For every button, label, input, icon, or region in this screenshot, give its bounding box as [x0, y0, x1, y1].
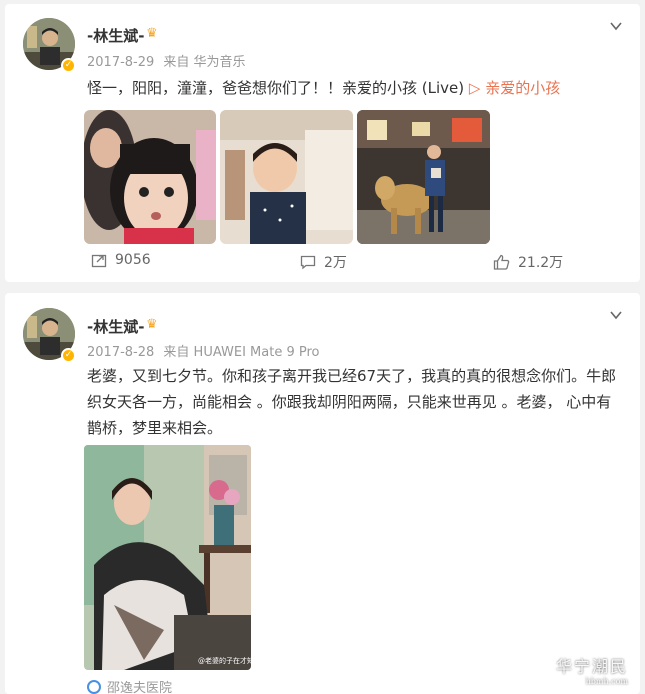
post-meta: 2017-8-28 来自 HUAWEI Mate 9 Pro: [87, 341, 325, 360]
location-chip[interactable]: 邵逸夫医院: [87, 677, 172, 694]
post-card: ✓ -林生斌- ♛ 2017-8-28 来自 HUAWEI Mate 9 Pro…: [5, 293, 640, 694]
verified-badge-icon: ✓: [61, 58, 76, 73]
comment-icon: [300, 255, 316, 270]
chevron-down-icon[interactable]: [610, 20, 622, 32]
author-name[interactable]: -林生斌-: [87, 316, 144, 337]
location-label: 邵逸夫医院: [107, 681, 173, 694]
image-thumbnail[interactable]: [220, 110, 353, 244]
repost-count: 9056: [115, 252, 151, 268]
image-thumbnail[interactable]: [84, 445, 251, 670]
post-text: 怪一，阳阳，潼潼，爸爸想你们了！！亲爱的小孩 (Live) ▷ 亲爱的小孩: [87, 79, 561, 97]
crown-icon: ♛: [146, 26, 158, 41]
post-date[interactable]: 2017-8-28: [87, 345, 154, 360]
image-thumbnail[interactable]: [84, 110, 216, 244]
like-button[interactable]: 21.2万: [493, 252, 563, 272]
post-source: 来自 华为音乐: [163, 55, 246, 70]
comment-button[interactable]: 2万: [300, 252, 347, 272]
thumbs-up-icon: [493, 254, 510, 270]
chevron-down-icon[interactable]: [610, 309, 622, 321]
crown-icon: ♛: [146, 317, 158, 332]
author-name[interactable]: -林生斌-: [87, 25, 144, 46]
location-icon: [87, 679, 101, 694]
post-date[interactable]: 2017-8-29: [87, 55, 154, 70]
like-count: 21.2万: [518, 255, 564, 271]
verified-badge-icon: ✓: [61, 348, 76, 363]
music-link[interactable]: ▷ 亲爱的小孩: [469, 79, 560, 97]
image-thumbnail[interactable]: [357, 110, 490, 244]
repost-button[interactable]: 9056: [91, 252, 151, 268]
post-card: ✓ -林生斌- ♛ 2017-8-29 来自 华为音乐 怪一，阳阳，潼潼，爸爸想…: [5, 4, 640, 282]
post-text: 老婆，又到七夕节。你和孩子离开我已经67天了，我真的真的很想念你们。牛郎 织女天…: [87, 367, 617, 437]
site-watermark: 华宁潮民 hbmh.com: [556, 657, 629, 686]
photo-watermark: @老婆的子在才知: [198, 657, 254, 665]
comment-count: 2万: [324, 255, 347, 271]
post-source: 来自 HUAWEI Mate 9 Pro: [163, 345, 320, 360]
post-meta: 2017-8-29 来自 华为音乐: [87, 51, 251, 70]
action-bar: 9056 2万 21.2万: [5, 252, 640, 276]
repost-icon: [91, 254, 107, 268]
